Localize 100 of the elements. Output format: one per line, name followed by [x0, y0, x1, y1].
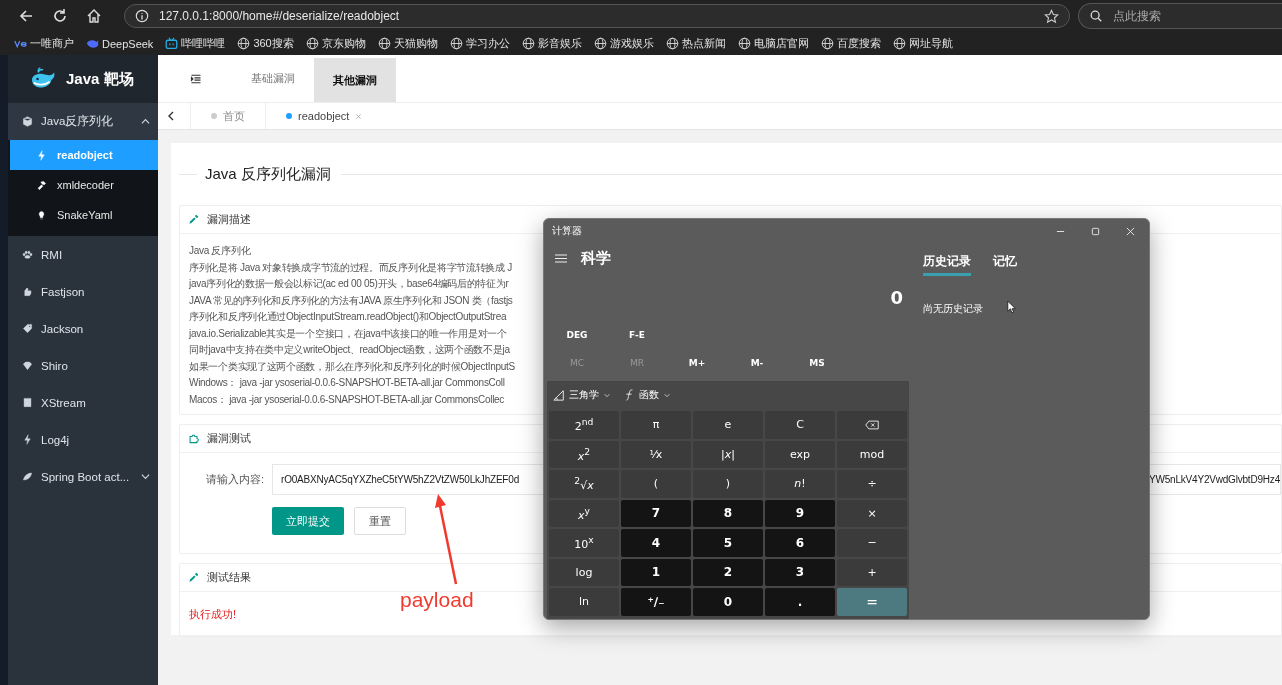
form-button[interactable]: 重置	[354, 507, 406, 535]
calculator-key[interactable]: )	[693, 470, 763, 498]
calculator-key[interactable]: ⁺∕₋	[621, 588, 691, 616]
calculator-key[interactable]: log	[549, 558, 619, 586]
calculator-key[interactable]: −	[837, 529, 907, 557]
calculator-key[interactable]: 7	[621, 499, 691, 527]
calculator-key[interactable]: n!	[765, 470, 835, 498]
calculator-key[interactable]: |x|	[693, 440, 763, 468]
calculator-key[interactable]: +	[837, 558, 907, 586]
calculator-key[interactable]: π	[621, 411, 691, 439]
calculator-key[interactable]: e	[693, 411, 763, 439]
setting-button[interactable]: F-E	[607, 329, 667, 341]
setting-button[interactable]: DEG	[547, 329, 607, 341]
calculator-key[interactable]: ÷	[837, 470, 907, 498]
calculator-key[interactable]: $^{2}$√x	[549, 470, 619, 498]
menu-item-icon	[22, 116, 33, 127]
menu-icon[interactable]	[190, 72, 202, 85]
sidebar-item[interactable]: Spring Boot act...	[8, 458, 158, 495]
page-tab[interactable]: 首页	[190, 103, 265, 129]
top-tab[interactable]: 基础漏洞	[232, 55, 314, 102]
form-button[interactable]: 立即提交	[272, 507, 344, 535]
sidebar-item[interactable]: Log4j	[8, 421, 158, 458]
dropdown-button[interactable]: 函数	[617, 388, 677, 402]
calculator-key[interactable]: 2	[693, 558, 763, 586]
calculator-key[interactable]: 2$^{nd}$	[549, 411, 619, 439]
description-line: Macos： java -jar ysoserial-0.0.6-SNAPSHOT-BETA-all.jar CommonsCollec	[189, 392, 505, 407]
info-icon[interactable]	[135, 9, 149, 23]
sidebar-subitem[interactable]: xmldecoder	[10, 170, 158, 200]
calculator-key[interactable]: 4	[621, 529, 691, 557]
menu-item-icon	[22, 397, 33, 408]
bookmark-link[interactable]: 天猫购物	[377, 36, 438, 51]
menu-icon[interactable]	[555, 253, 567, 263]
address-bar[interactable]: 127.0.0.1:8000/home#/deserialize/readobject	[124, 4, 1070, 28]
top-tab[interactable]: 其他漏洞	[314, 58, 396, 102]
search-field[interactable]: 点此搜索	[1078, 3, 1282, 29]
bookmark-link[interactable]: 一唯商户	[14, 36, 74, 51]
dropdown-button[interactable]: 三角学	[547, 388, 617, 402]
calculator-key[interactable]: exp	[765, 440, 835, 468]
panel-tab[interactable]: 记忆	[993, 253, 1017, 276]
calculator-key[interactable]: .	[765, 588, 835, 616]
bookmark-link[interactable]: 京东购物	[305, 36, 366, 51]
triangle-icon	[553, 389, 565, 401]
calculator-key[interactable]: 9	[765, 499, 835, 527]
calculator-key[interactable]: 3	[765, 558, 835, 586]
bookmark-link[interactable]: 游戏娱乐	[593, 36, 654, 51]
page-tab[interactable]: readobject	[265, 103, 383, 129]
calculator-key[interactable]: ×	[837, 499, 907, 527]
description-line: 如果一个类实现了这两个函数，那么在序列化和反序列化的时候ObjectInputS	[189, 359, 515, 374]
calculator-key[interactable]: 6	[765, 529, 835, 557]
menu-item-icon	[22, 471, 33, 482]
bookmark-link[interactable]: DeepSeek	[86, 37, 154, 50]
calculator-key[interactable]: 5	[693, 529, 763, 557]
menu-item-icon	[22, 434, 33, 445]
sidebar-item[interactable]: Java反序列化	[8, 103, 158, 140]
calculator-key[interactable]: ln	[549, 588, 619, 616]
result-message: 执行成功!	[189, 608, 237, 620]
calculator-key[interactable]: 10$^{x}$	[549, 529, 619, 557]
bookmark-link[interactable]: 学习办公	[449, 36, 510, 51]
calculator-key[interactable]: x$^{y}$	[549, 499, 619, 527]
calculator-key[interactable]: ⅟x	[621, 440, 691, 468]
bookmark-link[interactable]: 影音娱乐	[521, 36, 582, 51]
memory-button[interactable]: MS	[787, 357, 847, 369]
calculator-key[interactable]: 8	[693, 499, 763, 527]
sidebar-item[interactable]: RMI	[8, 236, 158, 273]
calculator-key[interactable]: C	[765, 411, 835, 439]
panel-tab[interactable]: 历史记录	[923, 253, 971, 276]
app-title: Java 靶场	[66, 69, 134, 89]
description-line: 序列化和反序列化通过ObjectInputStream.readObject()和ObjectOutputStrea	[189, 310, 507, 324]
puzzle-icon	[188, 433, 199, 444]
memory-button[interactable]: M+	[667, 357, 727, 369]
bookmark-link[interactable]: 哔哩哔哩	[165, 36, 226, 51]
menu-item-icon	[22, 360, 33, 371]
sidebar-item[interactable]: Jackson	[8, 310, 158, 347]
sidebar-subitem[interactable]: SnakeYaml	[10, 200, 158, 230]
calculator-key[interactable]: (	[621, 470, 691, 498]
maximize-icon[interactable]	[1091, 226, 1100, 236]
bookmark-link[interactable]: 网址导航	[892, 36, 953, 51]
mode-title: 科学	[581, 248, 611, 268]
calculator-key[interactable]: 1	[621, 558, 691, 586]
chevron-icon	[603, 391, 611, 399]
star-icon[interactable]	[1044, 8, 1059, 24]
backspace-key[interactable]	[837, 411, 907, 439]
memory-button[interactable]: M-	[727, 357, 787, 369]
reload-icon[interactable]	[52, 8, 68, 24]
bookmark-link[interactable]: 百度搜索	[820, 36, 881, 51]
bookmark-link[interactable]: 热点新闻	[665, 36, 726, 51]
menu-item-icon	[36, 209, 47, 221]
section-title: 漏洞测试	[207, 431, 251, 446]
calculator-key[interactable]: 0	[693, 588, 763, 616]
sidebar-item[interactable]: Fastjson	[8, 273, 158, 310]
calculator-key[interactable]: x$^{2}$	[549, 440, 619, 468]
calculator-key[interactable]: mod	[837, 440, 907, 468]
home-icon[interactable]	[86, 8, 102, 24]
bookmark-link[interactable]: 电脑店官网	[737, 36, 809, 51]
whale-icon	[86, 37, 99, 50]
calculator-key[interactable]: =	[837, 588, 907, 616]
sidebar-item[interactable]: Shiro	[8, 347, 158, 384]
sidebar-item[interactable]: XStream	[8, 384, 158, 421]
back-icon[interactable]	[18, 8, 34, 24]
bookmark-link[interactable]: 360搜索	[237, 36, 294, 51]
